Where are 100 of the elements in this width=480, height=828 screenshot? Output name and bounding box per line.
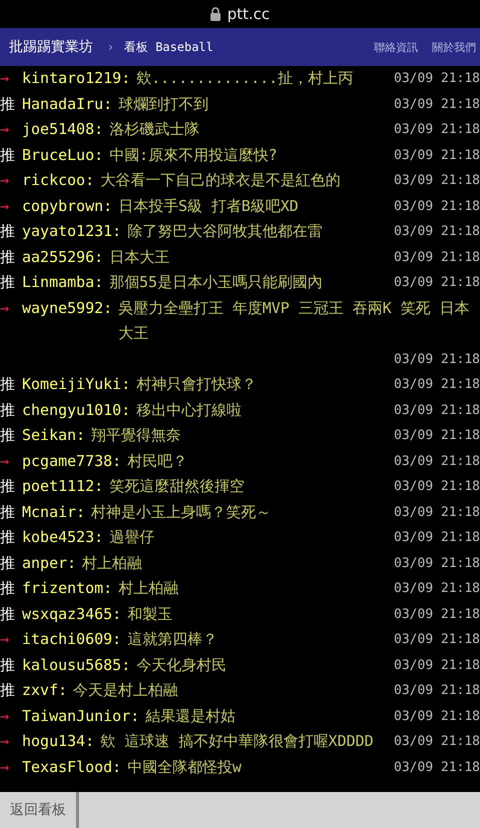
- push-time: 03/09 21:18: [392, 478, 480, 496]
- push-time: 03/09 21:18: [392, 656, 480, 674]
- push-time: 03/09 21:18: [392, 223, 480, 241]
- push-content: 除了努巴大谷阿牧其他都在雷: [127, 221, 322, 242]
- lock-icon: [210, 7, 222, 21]
- push-tag: →: [0, 448, 22, 474]
- push-user: poet1112:: [22, 476, 104, 497]
- push-tag: 推: [0, 550, 22, 576]
- push-content: 村民吧？: [127, 450, 188, 472]
- push-tag: →: [0, 168, 22, 194]
- push-user: wayne5992:: [22, 298, 112, 318]
- push-time: 03/09 21:18: [392, 554, 480, 572]
- push-content: 翔平覺得無奈: [91, 425, 182, 446]
- push-content: 欸 這球速 搞不好中華隊很會打喔XDDDD: [100, 731, 374, 752]
- push-tag: 推: [0, 270, 22, 296]
- push-time: 03/09 21:18: [392, 733, 480, 751]
- push-tag: →: [0, 194, 22, 219]
- push-tag: 推: [0, 398, 22, 423]
- push-user: copybrown:: [22, 196, 112, 216]
- push-content: 今天化身村民: [136, 654, 226, 676]
- push-time: 03/09 21:18: [392, 121, 480, 139]
- push-tag: →: [0, 704, 22, 729]
- push-user: hogu134:: [22, 731, 94, 752]
- push-user: TexasFlood:: [22, 756, 122, 778]
- push-tag: 推: [0, 652, 22, 678]
- push-content: 吳壓力全壘打王 年度MVP 三冠王 吞兩K 笑死 日本大王: [118, 298, 471, 344]
- push-content: 過譽仔: [109, 527, 154, 548]
- push-content: 日本投手S級 打者B級吧XD: [118, 196, 298, 216]
- push-user: zxvf:: [22, 680, 68, 701]
- push-content: 村神是小玉上身嗎？笑死～: [91, 502, 272, 522]
- push-time: 03/09 21:18: [392, 682, 480, 700]
- push-time: 03/09 21:18: [392, 248, 480, 266]
- push-content: 和製玉: [127, 604, 172, 624]
- push-time: 03/09 21:18: [392, 504, 480, 522]
- push-time: 03/09 21:18: [392, 606, 480, 624]
- push-user: yayato1231:: [22, 221, 122, 242]
- push-time: 03/09 21:18: [392, 96, 480, 114]
- push-time: 03/09 21:18: [392, 350, 480, 368]
- push-content: 結果還是村姑: [145, 706, 236, 726]
- push-time: 03/09 21:18: [392, 70, 480, 88]
- push-tag: 推: [0, 92, 22, 117]
- push-user: TaiwanJunior:: [22, 706, 140, 726]
- push-content: 今天是村上柏融: [73, 680, 178, 701]
- header-link[interactable]: 聯絡資訊: [374, 40, 418, 54]
- push-tag: →: [0, 729, 22, 754]
- push-content: 村上柏融: [118, 578, 178, 599]
- push-time: 03/09 21:18: [392, 529, 480, 547]
- push-user: kintaro1219:: [22, 68, 130, 89]
- push-tag: →: [0, 66, 22, 92]
- push-tag: 推: [0, 244, 22, 270]
- push-time: 03/09 21:18: [392, 198, 480, 216]
- push-content: 移出中心打線啦: [136, 400, 242, 420]
- push-content: 中國全隊都怪投w: [127, 756, 242, 778]
- push-tag: 推: [0, 474, 22, 500]
- push-tag: 推: [0, 678, 22, 704]
- push-tag: →: [0, 296, 22, 321]
- push-time: 03/09 21:18: [392, 274, 480, 292]
- site-title-link[interactable]: 批踢踢實業坊: [9, 38, 93, 56]
- push-tag: 推: [0, 500, 22, 525]
- push-time: 03/09 21:18: [392, 146, 480, 164]
- push-content: 村上柏融: [82, 552, 142, 574]
- board-link[interactable]: 看板 Baseball: [124, 38, 214, 56]
- push-user: itachi0609:: [22, 629, 122, 650]
- header-link[interactable]: 關於我們: [432, 40, 476, 54]
- push-tag: 推: [0, 219, 22, 244]
- push-time: 03/09 21:18: [392, 376, 480, 394]
- push-user: anper:: [22, 552, 76, 574]
- push-user: KomeijiYuki:: [22, 374, 130, 395]
- breadcrumb-separator: ›: [107, 40, 114, 54]
- push-user: kobe4523:: [22, 527, 104, 548]
- push-content: 這就第四棒？: [127, 629, 218, 650]
- push-user: HanadaIru:: [22, 94, 112, 114]
- push-content: 村神只會打快球？: [136, 374, 256, 395]
- push-time: 03/09 21:18: [392, 580, 480, 598]
- push-content: 中國:原來不用投這麼快?: [109, 144, 278, 166]
- push-user: Linmamba:: [22, 272, 104, 293]
- push-content: 欸..............扯，村上丙: [136, 68, 353, 89]
- push-tag: 推: [0, 423, 22, 448]
- push-time: 03/09 21:18: [392, 427, 480, 445]
- push-tag: →: [0, 754, 22, 780]
- push-user: wsxqaz3465:: [22, 604, 122, 624]
- push-tag: 推: [0, 372, 22, 398]
- url-text[interactable]: ptt.cc: [227, 5, 270, 23]
- push-user: kalousu5685:: [22, 654, 130, 676]
- push-content: 日本大王: [109, 246, 170, 268]
- push-user: pcgame7738:: [22, 450, 122, 472]
- push-user: chengyu1010:: [22, 400, 130, 420]
- push-user: Seikan:: [22, 425, 86, 446]
- push-content: 大谷看一下自己的球衣是不是紅色的: [100, 170, 340, 191]
- push-time: 03/09 21:18: [392, 172, 480, 190]
- push-content: 球爛到打不到: [118, 94, 208, 114]
- push-tag: 推: [0, 602, 22, 627]
- push-tag: 推: [0, 142, 22, 168]
- push-content: 笑死這麼甜然後揮空: [109, 476, 244, 497]
- push-content: 那個55是日本小玉嗎只能刷國內: [109, 272, 322, 293]
- push-tag: 推: [0, 525, 22, 550]
- push-user: frizentom:: [22, 578, 112, 599]
- push-user: rickcoo:: [22, 170, 94, 191]
- push-user: aa255296:: [22, 246, 104, 268]
- push-user: Mcnair:: [22, 502, 86, 522]
